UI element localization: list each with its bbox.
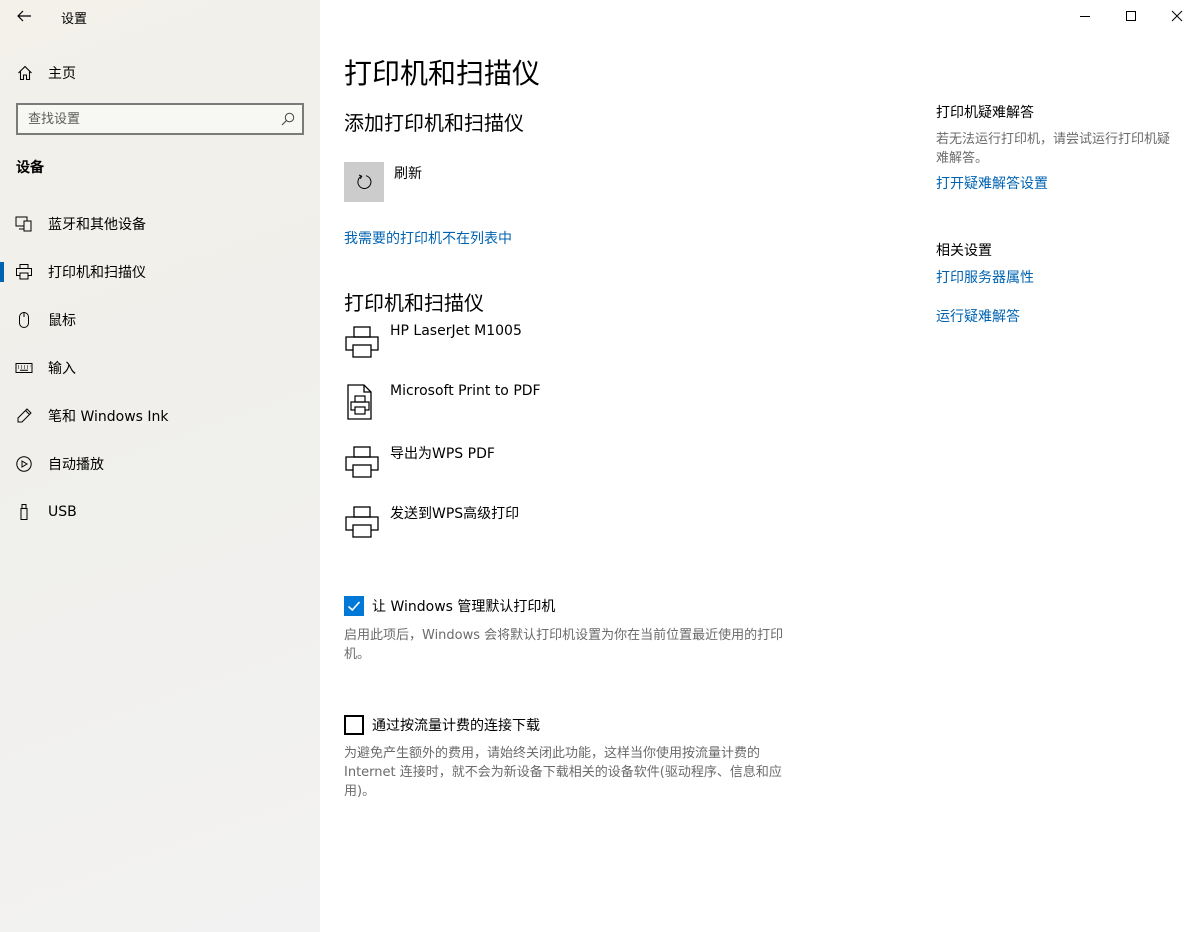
printers-section-heading: 打印机和扫描仪 [344,291,484,315]
manage-default-printer-label[interactable]: 让 Windows 管理默认打印机 [372,596,555,616]
printer-icon [345,506,379,538]
nav-home-label: 主页 [48,66,76,82]
sidebar-item-bluetooth[interactable]: 蓝牙和其他设备 [0,204,320,244]
maximize-icon [1126,11,1136,21]
printer-icon [345,326,379,358]
close-icon [1171,10,1183,22]
search-input[interactable] [18,104,274,134]
metered-download-description: 为避免产生额外的费用，请始终关闭此功能，这样当你使用按流量计费的 Interne… [344,746,782,799]
run-troubleshooter-link[interactable]: 运行疑难解答 [936,306,1020,326]
sidebar-item-label: 蓝牙和其他设备 [48,217,146,233]
sidebar-item-label: 输入 [48,361,76,377]
refresh-button[interactable] [344,162,384,202]
back-arrow-icon [17,10,31,22]
printer-name: 发送到WPS高级打印 [390,506,520,522]
sidebar-item-printers[interactable]: 打印机和扫描仪 [0,252,320,292]
refresh-icon [357,174,372,189]
pen-icon [15,407,33,425]
sidebar-item-typing[interactable]: 输入 [0,348,320,388]
bluetooth-devices-icon [15,215,33,233]
sidebar-item-label: USB [48,504,77,520]
nav-home[interactable]: 主页 [0,57,320,89]
printer-not-listed-link[interactable]: 我需要的打印机不在列表中 [344,228,512,248]
add-section-heading: 添加打印机和扫描仪 [344,111,524,135]
manage-default-printer-checkbox[interactable] [344,596,364,616]
usb-icon [15,503,33,521]
keyboard-icon [15,359,33,377]
metered-download-label[interactable]: 通过按流量计费的连接下载 [372,715,540,735]
sidebar-item-label: 鼠标 [48,313,76,329]
sidebar-item-mouse[interactable]: 鼠标 [0,300,320,340]
minimize-icon [1080,16,1090,17]
printer-name: Microsoft Print to PDF [390,383,541,399]
maximize-button[interactable] [1108,0,1154,32]
printer-list-item[interactable]: 发送到WPS高级打印 [344,504,864,548]
mouse-icon [15,311,33,329]
back-button[interactable] [0,0,48,32]
metered-download-checkbox[interactable] [344,715,364,735]
section-heading: 设备 [16,160,44,176]
sidebar: 设置 主页 设备 蓝牙和其他设备 [0,0,320,932]
printer-list-item[interactable]: 导出为WPS PDF [344,444,864,488]
close-button[interactable] [1154,0,1200,32]
open-troubleshoot-link[interactable]: 打开疑难解答设置 [936,173,1048,193]
print-server-properties-link[interactable]: 打印服务器属性 [936,267,1034,287]
troubleshoot-heading: 打印机疑难解答 [936,105,1034,121]
minimize-button[interactable] [1062,0,1108,32]
search-icon[interactable] [274,112,302,126]
autoplay-icon [15,455,33,473]
refresh-label: 刷新 [394,166,422,182]
sidebar-item-label: 笔和 Windows Ink [48,409,169,425]
search-box[interactable] [16,103,304,135]
sidebar-item-label: 打印机和扫描仪 [48,265,146,281]
sidebar-item-label: 自动播放 [48,457,104,473]
sidebar-item-pen[interactable]: 笔和 Windows Ink [0,396,320,436]
related-settings-heading: 相关设置 [936,243,992,259]
page-title: 打印机和扫描仪 [344,57,541,90]
sidebar-item-autoplay[interactable]: 自动播放 [0,444,320,484]
printer-list-item[interactable]: HP LaserJet M1005 [344,323,864,368]
printer-name: 导出为WPS PDF [390,446,495,462]
pdf-printer-icon [347,384,372,420]
home-icon [17,65,33,81]
printer-name: HP LaserJet M1005 [390,323,522,339]
printer-icon [15,263,33,281]
window-title: 设置 [61,12,88,27]
printer-list-item[interactable]: Microsoft Print to PDF [344,383,864,428]
manage-default-printer-description: 启用此项后，Windows 会将默认打印机设置为你在当前位置最近使用的打印机。 [344,628,784,662]
sidebar-item-usb[interactable]: USB [0,492,320,532]
checkmark-icon [347,601,361,612]
troubleshoot-text: 若无法运行打印机，请尝试运行打印机疑难解答。 [936,132,1171,166]
printer-icon [345,446,379,478]
